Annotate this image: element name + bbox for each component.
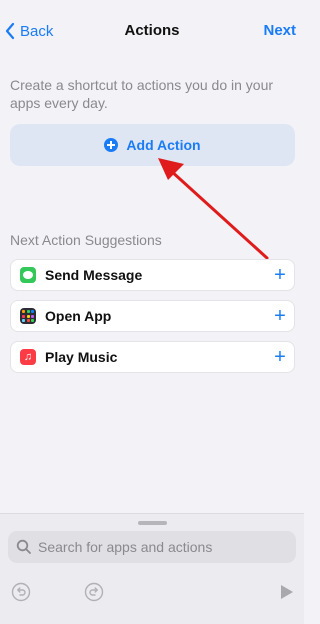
redo-button[interactable]	[84, 582, 104, 602]
next-button[interactable]: Next	[263, 22, 296, 39]
annotation-arrow	[158, 158, 269, 260]
shortcut-editor-screen: Back Actions Next Create a shortcut to a…	[0, 0, 304, 624]
suggestion-label: Send Message	[45, 267, 143, 283]
undo-icon	[11, 582, 31, 602]
search-field[interactable]	[8, 531, 296, 563]
open-app-grid-icon	[20, 308, 36, 324]
sheet-grabber[interactable]	[138, 521, 167, 525]
search-icon	[16, 539, 31, 554]
editor-toolbar	[0, 580, 304, 606]
search-input[interactable]	[38, 539, 278, 555]
plus-icon[interactable]: +	[266, 306, 294, 326]
suggestion-play-music[interactable]: Play Music +	[10, 341, 295, 373]
navigation-bar: Back Actions Next	[0, 0, 304, 60]
bottom-sheet	[0, 513, 304, 624]
suggestion-label: Play Music	[45, 349, 118, 365]
music-app-icon	[20, 349, 36, 365]
suggestions-header: Next Action Suggestions	[10, 232, 162, 248]
intro-text: Create a shortcut to actions you do in y…	[10, 77, 274, 111]
suggestion-label: Open App	[45, 308, 112, 324]
messages-app-icon	[20, 267, 36, 283]
plus-icon[interactable]: +	[266, 347, 294, 367]
plus-icon[interactable]: +	[266, 265, 294, 285]
add-action-button[interactable]: Add Action	[10, 124, 295, 166]
add-action-label: Add Action	[126, 137, 201, 153]
suggestion-open-app[interactable]: Open App +	[10, 300, 295, 332]
redo-icon	[84, 582, 104, 602]
suggestion-send-message[interactable]: Send Message +	[10, 259, 295, 291]
undo-button[interactable]	[11, 582, 31, 602]
run-button[interactable]	[276, 582, 296, 602]
play-icon	[281, 585, 293, 599]
page-title: Actions	[124, 22, 180, 39]
plus-circle-icon	[104, 138, 119, 152]
